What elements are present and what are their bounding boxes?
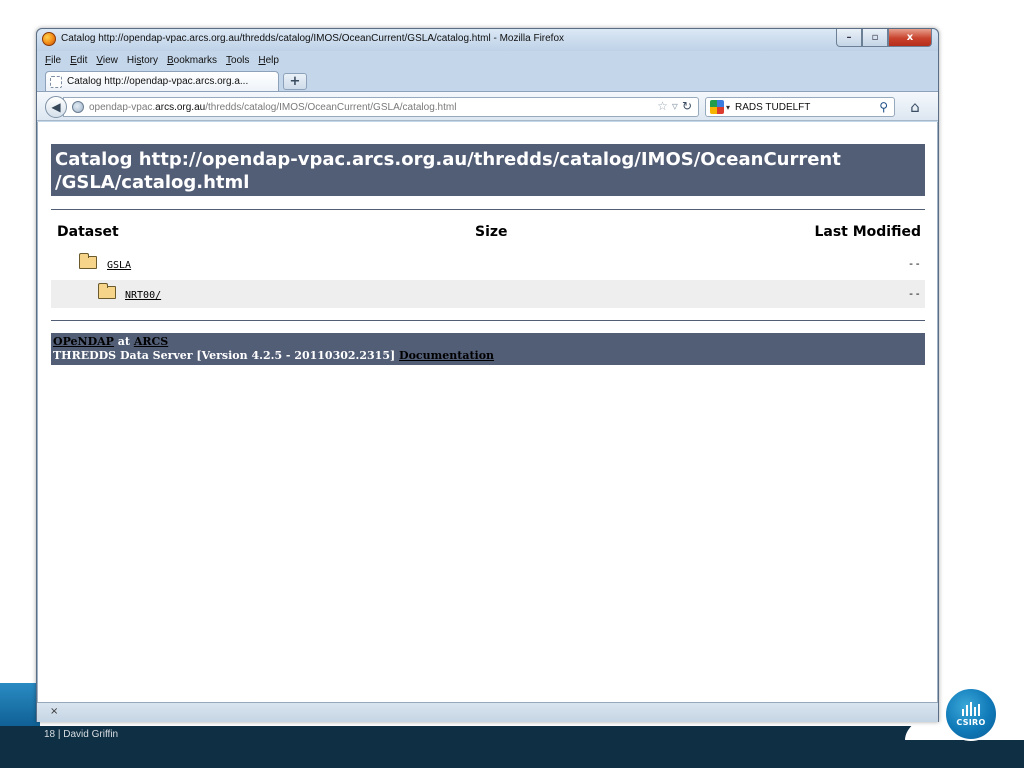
last-modified-value: -- <box>907 287 921 300</box>
close-icon[interactable]: × <box>50 706 58 717</box>
opendap-link[interactable]: OPeNDAP <box>53 335 114 348</box>
column-header-last-modified: Last Modified <box>814 224 921 240</box>
tab-bar: Catalog http://opendap-vpac.arcs.org.a..… <box>37 69 938 91</box>
browser-window: Catalog http://opendap-vpac.arcs.org.au/… <box>36 28 939 722</box>
search-input[interactable]: RADS TUDELFT <box>735 102 810 113</box>
window-title: Catalog http://opendap-vpac.arcs.org.au/… <box>61 33 565 44</box>
tab-title: Catalog http://opendap-vpac.arcs.org.a..… <box>67 76 249 87</box>
menu-file[interactable]: File <box>45 55 61 66</box>
dataset-link-gsla[interactable]: GSLA <box>107 260 131 271</box>
table-row: NRT00/ -- <box>51 280 925 308</box>
back-button[interactable]: ◀ <box>45 96 67 118</box>
page-title: Catalog http://opendap-vpac.arcs.org.au/… <box>51 144 925 196</box>
menu-bar: File Edit View History Bookmarks Tools H… <box>37 52 938 69</box>
navigation-toolbar: opendap-vpac.arcs.org.au/thredds/catalog… <box>37 91 938 121</box>
folder-icon <box>98 283 116 299</box>
maximize-button[interactable]: ▫ <box>862 29 888 47</box>
page-title-line1: Catalog http://opendap-vpac.arcs.org.au/… <box>55 149 841 170</box>
column-header-dataset: Dataset <box>57 224 119 240</box>
menu-help[interactable]: Help <box>258 55 279 66</box>
back-arrow-icon: ◀ <box>51 100 61 114</box>
slide-band-left <box>0 683 40 728</box>
csiro-logo-text: CSIRO <box>956 717 986 727</box>
search-bar[interactable]: ▾ RADS TUDELFT ⚲ <box>705 97 895 117</box>
server-footer: OPeNDAP at ARCS THREDDS Data Server [Ver… <box>51 333 925 365</box>
status-bar: × <box>37 702 938 722</box>
dataset-link-nrt00[interactable]: NRT00/ <box>125 290 161 301</box>
menu-history[interactable]: History <box>127 55 158 66</box>
tab-catalog[interactable]: Catalog http://opendap-vpac.arcs.org.a..… <box>45 71 279 91</box>
page-title-line2: /GSLA/catalog.html <box>55 172 250 193</box>
url-text: opendap-vpac.arcs.org.au/thredds/catalog… <box>89 101 457 113</box>
reload-icon[interactable]: ↻ <box>682 99 692 113</box>
page-content: Catalog http://opendap-vpac.arcs.org.au/… <box>37 122 938 702</box>
new-tab-button[interactable]: + <box>283 73 307 90</box>
slide-bottom-band <box>0 726 1024 768</box>
menu-bookmarks[interactable]: Bookmarks <box>167 55 217 66</box>
table-row: GSLA -- <box>51 250 925 278</box>
csiro-logo: CSIRO <box>944 687 998 741</box>
minimize-button[interactable]: – <box>836 29 862 47</box>
menu-edit[interactable]: Edit <box>70 55 87 66</box>
search-engine-icon[interactable] <box>710 100 724 114</box>
close-window-button[interactable]: x <box>888 29 932 47</box>
firefox-icon <box>42 32 56 46</box>
page-icon <box>50 75 62 88</box>
divider <box>51 320 925 321</box>
last-modified-value: -- <box>907 257 921 270</box>
star-bookmark-icon[interactable]: ☆ <box>657 99 668 113</box>
folder-icon <box>79 253 97 269</box>
home-icon[interactable]: ⌂ <box>905 98 925 116</box>
arcs-link[interactable]: ARCS <box>134 335 168 348</box>
footer-line1: OPeNDAP at ARCS <box>53 335 169 348</box>
window-controls: – ▫ x <box>836 29 932 47</box>
search-icon[interactable]: ⚲ <box>879 100 888 114</box>
menu-view[interactable]: View <box>96 55 118 66</box>
globe-icon <box>72 101 84 113</box>
slide-footer-text: 18 | David Griffin <box>44 729 119 740</box>
csiro-bars-icon <box>962 701 980 716</box>
column-header-size: Size <box>475 224 508 240</box>
divider <box>51 209 925 210</box>
history-dropdown-icon[interactable]: ▿ <box>672 99 678 113</box>
documentation-link[interactable]: Documentation <box>399 349 494 362</box>
url-bar-icons: ☆ ▿ ↻ <box>657 99 692 113</box>
title-bar[interactable]: Catalog http://opendap-vpac.arcs.org.au/… <box>37 29 938 51</box>
url-bar[interactable]: opendap-vpac.arcs.org.au/thredds/catalog… <box>63 97 699 117</box>
menu-tools[interactable]: Tools <box>226 55 249 66</box>
chevron-down-icon[interactable]: ▾ <box>726 103 730 112</box>
footer-line2: THREDDS Data Server [Version 4.2.5 - 201… <box>53 349 495 362</box>
